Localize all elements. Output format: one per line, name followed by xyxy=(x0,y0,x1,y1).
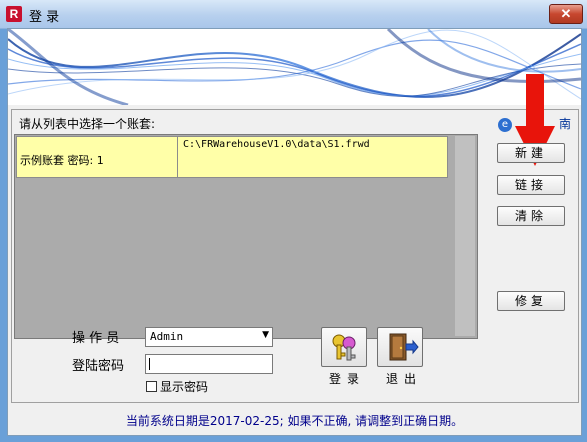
banner-image xyxy=(8,29,581,105)
operator-label: 操 作 员 xyxy=(72,331,120,346)
repair-button[interactable]: 修复 xyxy=(497,291,565,311)
title-bar[interactable]: R 登 录 ✕ xyxy=(0,0,587,29)
password-field[interactable] xyxy=(145,354,273,374)
account-path-cell: C:\FRWarehouseV1.0\data\S1.frwd xyxy=(183,139,370,150)
link-button[interactable]: 链接 xyxy=(497,175,565,195)
operator-value: Admin xyxy=(150,330,184,343)
account-list[interactable]: 示例账套 密码: 1 C:\FRWarehouseV1.0\data\S1.fr… xyxy=(14,134,478,339)
ie-icon: e xyxy=(498,117,512,132)
account-name-cell: 示例账套 密码: 1 xyxy=(20,154,104,167)
guide-link-label: 南 xyxy=(559,117,572,131)
status-bar-text: 当前系统日期是2017-02-25; 如果不正确, 请调整到正确日期。 xyxy=(125,414,464,428)
exit-door-icon xyxy=(389,333,419,361)
show-password-label[interactable]: 显示密码 xyxy=(160,378,208,395)
exit-button[interactable] xyxy=(377,327,423,367)
list-scroll-area xyxy=(455,136,475,336)
app-logo-icon: R xyxy=(6,6,22,22)
exit-label: 退出 xyxy=(386,372,423,386)
text-cursor xyxy=(149,358,150,370)
show-password-checkbox[interactable] xyxy=(146,381,157,392)
new-button[interactable]: 新建 xyxy=(497,143,565,163)
window-title: 登 录 xyxy=(29,10,60,25)
clear-button[interactable]: 清除 xyxy=(497,206,565,226)
login-label: 登录 xyxy=(329,372,366,386)
dialog-body: 请从列表中选择一个账套: 示例账套 密码: 1 C:\FRWarehouseV1… xyxy=(7,28,582,436)
login-button[interactable] xyxy=(321,327,367,367)
password-label: 登陆密码 xyxy=(72,359,125,374)
account-list-label: 请从列表中选择一个账套: xyxy=(19,117,156,131)
list-item[interactable]: 示例账套 密码: 1 C:\FRWarehouseV1.0\data\S1.fr… xyxy=(16,136,448,178)
operator-select[interactable]: Admin ▼ xyxy=(145,327,273,347)
column-divider xyxy=(177,137,178,177)
keys-icon xyxy=(332,334,356,361)
close-button[interactable]: ✕ xyxy=(549,4,583,24)
login-window: R 登 录 ✕ 请从列表中选择一个账套: 示例账套 密码: 1 C:\FRWar… xyxy=(0,0,587,442)
chevron-down-icon[interactable]: ▼ xyxy=(262,330,269,340)
